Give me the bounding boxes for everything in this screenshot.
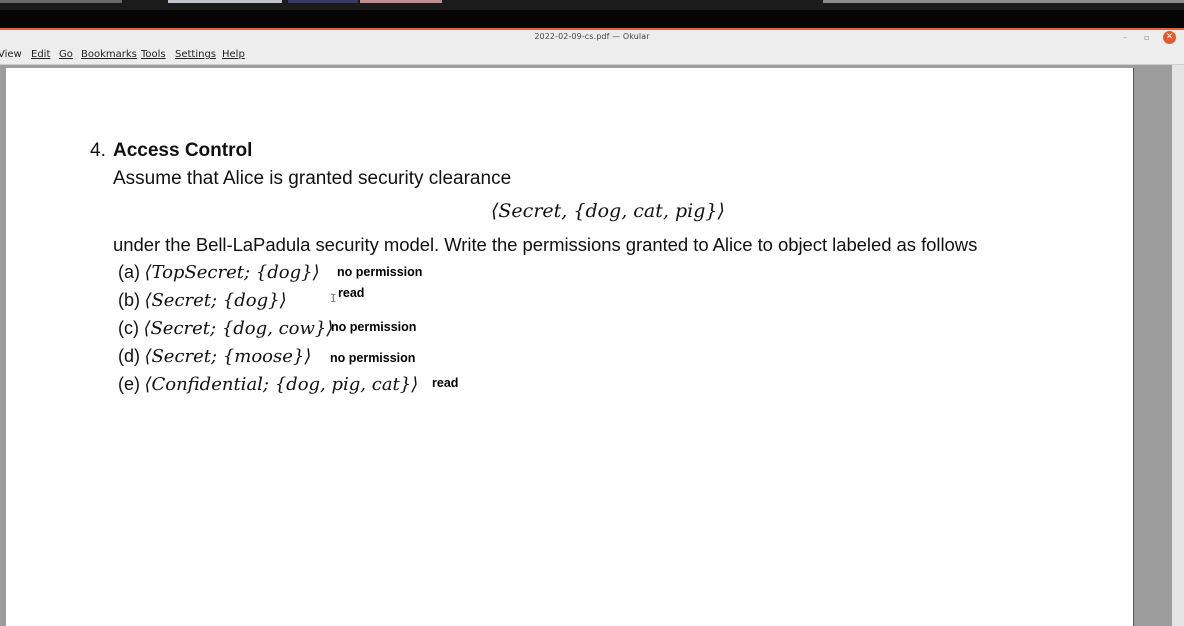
question-prompt: under the Bell-LaPadula security model. … [113,234,978,255]
assume-text: Assume that Alice is granted security cl… [113,168,512,189]
question-number: 4. [90,140,106,161]
menu-label: Edit [31,49,51,60]
option-label: (d) [118,346,140,366]
thumbnail[interactable] [0,0,122,3]
answer-c: no permission [331,320,417,334]
menu-tools[interactable]: Tools [141,49,166,60]
answer-b: read [338,286,365,300]
screen-separator [0,10,1184,28]
option-label: (c) [118,318,139,338]
option-label: (e) [118,374,140,394]
option-d: (d) ⟨Secret; {moose}⟩ [118,346,311,367]
menu-label: Go [59,49,73,60]
menu-go[interactable]: Go [59,49,73,60]
close-icon[interactable]: ✕ [1163,31,1176,44]
pdf-page[interactable]: 4. Access Control Assume that Alice is g… [6,68,1133,626]
answer-e: read [432,376,459,390]
answer-d: no permission [330,351,416,365]
menu-label: Help [222,49,245,60]
thumbnail[interactable] [360,0,442,3]
vertical-scrollbar[interactable] [1172,65,1184,626]
option-object-label: ⟨Confidential; {dog, pig, cat}⟩ [144,374,419,395]
menu-view[interactable]: View [0,49,22,60]
option-label: (a) [118,262,140,282]
clearance-label: ⟨Secret, {dog, cat, pig}⟩ [491,200,725,222]
text-cursor-icon: I [330,292,337,305]
menu-help[interactable]: Help [222,49,245,60]
thumbnail[interactable] [168,0,282,3]
menubar: View Edit Go Bookmarks Tools Settings He… [0,46,1184,65]
document-viewer[interactable]: 4. Access Control Assume that Alice is g… [0,65,1184,626]
option-object-label: ⟨Secret; {dog}⟩ [144,290,287,311]
option-object-label: ⟨TopSecret; {dog}⟩ [144,262,320,283]
menu-label: Bookmarks [81,49,137,60]
option-a: (a) ⟨TopSecret; {dog}⟩ [118,262,320,283]
window-title: 2022-02-09-cs.pdf — Okular [534,32,650,41]
option-label: (b) [118,290,140,310]
option-object-label: ⟨Secret; {moose}⟩ [144,346,312,367]
minimize-icon[interactable]: – [1123,32,1127,44]
option-object-label: ⟨Secret; {dog, cow}⟩ [143,318,334,339]
menu-label: Tools [141,49,166,60]
thumbnail[interactable] [288,0,358,3]
window-titlebar[interactable]: 2022-02-09-cs.pdf — Okular – ▫ ✕ [0,28,1184,46]
answer-a: no permission [337,265,423,279]
thumbnail-strip [0,0,1184,10]
option-e: (e) ⟨Confidential; {dog, pig, cat}⟩ [118,374,418,395]
menu-label: Settings [175,49,217,60]
maximize-icon[interactable]: ▫ [1144,32,1149,44]
menu-bookmarks[interactable]: Bookmarks [81,49,137,60]
thumbnail[interactable] [823,0,1184,3]
option-b: (b) ⟨Secret; {dog}⟩ [118,290,287,311]
option-c: (c) ⟨Secret; {dog, cow}⟩ [118,318,333,339]
menu-settings[interactable]: Settings [175,49,216,60]
question-title: Access Control [113,140,253,161]
menu-label: View [0,49,22,60]
menu-edit[interactable]: Edit [31,49,50,60]
